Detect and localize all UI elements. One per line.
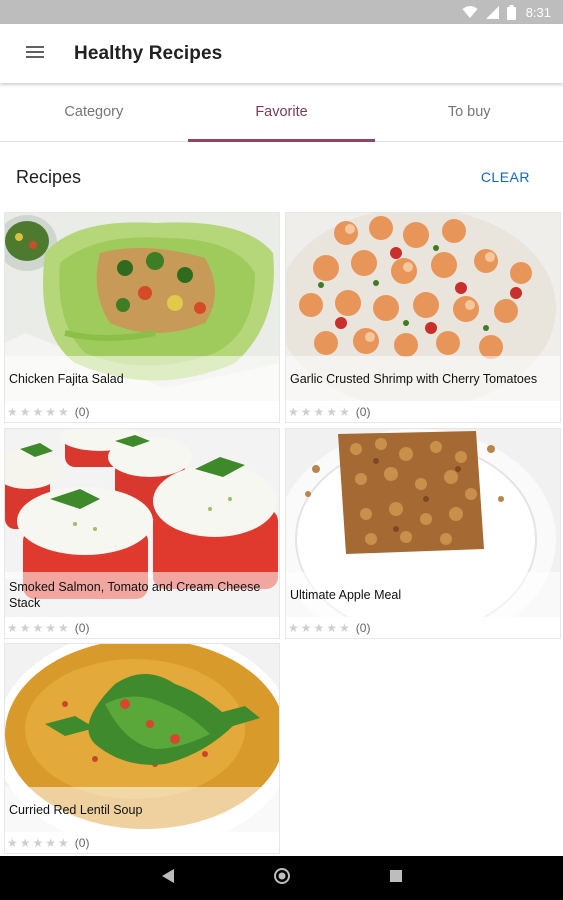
recipe-title-band: Smoked Salmon, Tomato and Cream Cheese S… [5, 572, 279, 617]
recipe-card[interactable]: Chicken Fajita Salad ★★★★★ (0) [4, 212, 280, 423]
rating-stars: ★★★★★ [288, 621, 352, 635]
recipe-title: Smoked Salmon, Tomato and Cream Cheese S… [9, 579, 261, 610]
tab-to-buy[interactable]: To buy [375, 83, 563, 141]
recipe-card[interactable]: Ultimate Apple Meal ★★★★★ (0) [285, 428, 561, 639]
back-icon[interactable] [161, 868, 174, 888]
rating-count: (0) [74, 405, 90, 419]
recipe-title: Curried Red Lentil Soup [9, 802, 143, 817]
app-bar: Healthy Recipes [0, 24, 563, 83]
recipe-rating: ★★★★★ (0) [5, 617, 279, 638]
rating-count: (0) [355, 621, 371, 635]
recipe-title-band: Garlic Crusted Shrimp with Cherry Tomato… [286, 356, 560, 401]
rating-stars: ★★★★★ [7, 621, 71, 635]
app-title: Healthy Recipes [74, 42, 223, 64]
recipe-title-band: Ultimate Apple Meal [286, 572, 560, 617]
recipe-title: Ultimate Apple Meal [290, 587, 402, 602]
recipe-card[interactable]: Curried Red Lentil Soup ★★★★★ (0) [4, 643, 280, 854]
tab-favorite[interactable]: Favorite [187, 83, 376, 142]
wifi-icon [462, 5, 478, 19]
recipe-rating: ★★★★★ (0) [286, 401, 560, 422]
recipe-rating: ★★★★★ (0) [5, 832, 279, 853]
recipe-title: Chicken Fajita Salad [9, 371, 124, 386]
section-header: Recipes CLEAR [0, 143, 563, 211]
recipe-rating: ★★★★★ (0) [5, 401, 279, 422]
section-title: Recipes [16, 166, 82, 187]
clear-button[interactable]: CLEAR [481, 169, 547, 185]
system-nav-bar [0, 856, 563, 900]
home-icon[interactable] [273, 867, 290, 889]
status-bar: 8:31 [0, 0, 563, 24]
battery-icon [506, 4, 516, 20]
recipe-title: Garlic Crusted Shrimp with Cherry Tomato… [290, 371, 538, 386]
recipe-card[interactable]: Smoked Salmon, Tomato and Cream Cheese S… [4, 428, 280, 639]
menu-button[interactable] [0, 24, 70, 83]
hamburger-menu-icon [26, 45, 44, 63]
rating-stars: ★★★★★ [7, 405, 71, 419]
recipe-title-band: Curried Red Lentil Soup [5, 787, 279, 832]
rating-count: (0) [355, 405, 371, 419]
rating-stars: ★★★★★ [7, 836, 71, 850]
recipe-title-band: Chicken Fajita Salad [5, 356, 279, 401]
rating-stars: ★★★★★ [288, 405, 352, 419]
rating-count: (0) [74, 621, 90, 635]
rating-count: (0) [74, 836, 90, 850]
recipe-rating: ★★★★★ (0) [286, 617, 560, 638]
tab-bar: Category Favorite To buy [0, 83, 563, 142]
signal-icon [485, 5, 499, 19]
recents-icon[interactable] [389, 869, 402, 887]
recipe-card[interactable]: Garlic Crusted Shrimp with Cherry Tomato… [285, 212, 561, 423]
status-time: 8:31 [525, 4, 551, 20]
tab-category[interactable]: Category [0, 83, 188, 141]
